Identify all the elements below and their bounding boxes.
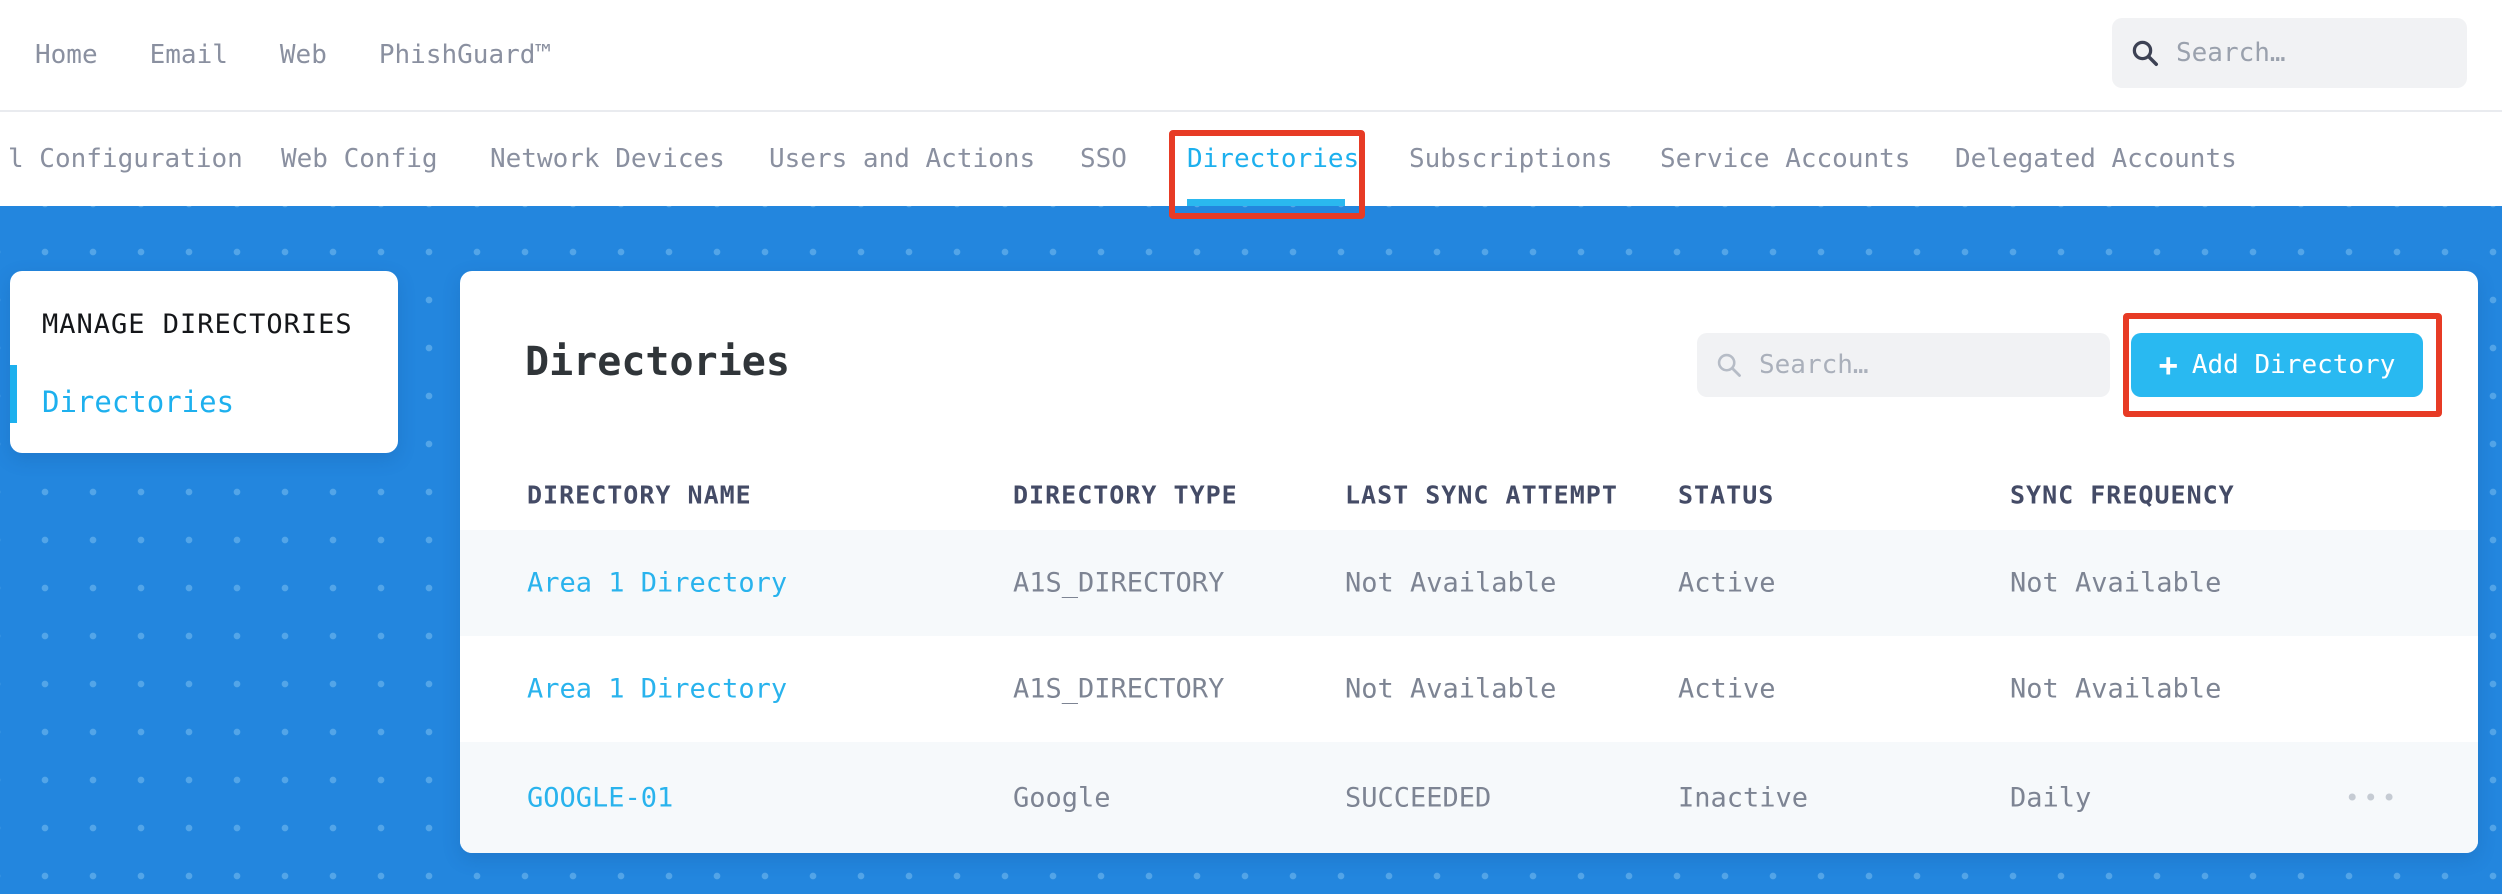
- last-sync-cell: Not Available: [1345, 567, 1557, 599]
- directory-type-cell: Google: [1013, 782, 1111, 813]
- nav-item-web[interactable]: Web: [280, 40, 327, 70]
- page-title: Directories: [525, 339, 790, 385]
- sidebar-title: MANAGE DIRECTORIES: [42, 309, 353, 340]
- sync-frequency-cell: Not Available: [2010, 567, 2222, 599]
- tab-users-and-actions[interactable]: Users and Actions: [769, 112, 1035, 206]
- tab-network-devices[interactable]: Network Devices: [490, 112, 725, 206]
- tab-subscriptions[interactable]: Subscriptions: [1409, 112, 1613, 206]
- directories-search-box[interactable]: [1697, 333, 2110, 397]
- last-sync-cell: SUCCEEDED: [1345, 782, 1492, 813]
- top-navigation: Home Email Web PhishGuard™: [0, 0, 2502, 112]
- last-sync-cell: Not Available: [1345, 673, 1557, 705]
- directory-name-link[interactable]: GOOGLE-01: [527, 782, 673, 813]
- page: Home Email Web PhishGuard™ l Configurati…: [0, 0, 2502, 894]
- column-header-sync-frequency: SYNC FREQUENCY: [2010, 480, 2235, 510]
- column-header-directory-type: DIRECTORY TYPE: [1013, 480, 1238, 510]
- row-more-menu-icon[interactable]: •••: [2345, 784, 2400, 812]
- directories-search-input[interactable]: [1759, 350, 2092, 380]
- table-row: Area 1 Directory A1S_DIRECTORY Not Avail…: [460, 530, 2478, 636]
- directories-card: Directories + Add Directory DIRECTORY NA…: [460, 271, 2478, 853]
- status-cell: Active: [1678, 673, 1776, 705]
- status-cell: Active: [1678, 567, 1776, 599]
- column-header-directory-name: DIRECTORY NAME: [527, 480, 752, 510]
- nav-item-email[interactable]: Email: [150, 40, 228, 70]
- table-row: GOOGLE-01 Google SUCCEEDED Inactive Dail…: [460, 742, 2478, 853]
- global-search-input[interactable]: [2176, 38, 2449, 68]
- add-directory-button[interactable]: + Add Directory: [2131, 333, 2423, 397]
- tab-web-config[interactable]: Web Config: [281, 112, 438, 206]
- table-header-row: DIRECTORY NAME DIRECTORY TYPE LAST SYNC …: [460, 473, 2478, 517]
- nav-item-phishguard[interactable]: PhishGuard™: [379, 40, 551, 70]
- directory-name-link[interactable]: Area 1 Directory: [527, 674, 787, 705]
- status-cell: Inactive: [1678, 782, 1809, 813]
- manage-directories-card: MANAGE DIRECTORIES Directories: [10, 271, 398, 453]
- tab-delegated-accounts[interactable]: Delegated Accounts: [1955, 112, 2237, 206]
- search-icon: [2132, 40, 2158, 66]
- tab-email-configuration[interactable]: l Configuration: [8, 112, 243, 206]
- nav-item-home[interactable]: Home: [35, 40, 98, 70]
- search-icon: [1717, 353, 1741, 377]
- tab-sso[interactable]: SSO: [1080, 112, 1127, 206]
- sync-frequency-cell: Not Available: [2010, 673, 2222, 705]
- tab-service-accounts[interactable]: Service Accounts: [1660, 112, 1910, 206]
- directory-type-cell: A1S_DIRECTORY: [1013, 673, 1225, 705]
- tab-directories[interactable]: Directories: [1187, 112, 1359, 206]
- content-background: MANAGE DIRECTORIES Directories Directori…: [0, 206, 2502, 894]
- table-row: Area 1 Directory A1S_DIRECTORY Not Avail…: [460, 636, 2478, 742]
- active-tab-underline: [1187, 199, 1345, 206]
- add-directory-label: Add Directory: [2191, 350, 2396, 380]
- sync-frequency-cell: Daily: [2010, 782, 2092, 813]
- plus-icon: +: [2158, 346, 2178, 384]
- directory-name-link[interactable]: Area 1 Directory: [527, 568, 787, 599]
- global-search-box[interactable]: [2112, 18, 2467, 88]
- top-nav-items: Home Email Web PhishGuard™: [35, 0, 551, 110]
- email-configuration-tabbar: l Configuration Web Config Network Devic…: [0, 112, 2502, 206]
- active-item-indicator: [10, 365, 17, 423]
- directory-type-cell: A1S_DIRECTORY: [1013, 567, 1225, 599]
- column-header-status: STATUS: [1678, 480, 1775, 510]
- sidebar-item-directories[interactable]: Directories: [42, 385, 234, 419]
- column-header-last-sync-attempt: LAST SYNC ATTEMPT: [1345, 480, 1618, 510]
